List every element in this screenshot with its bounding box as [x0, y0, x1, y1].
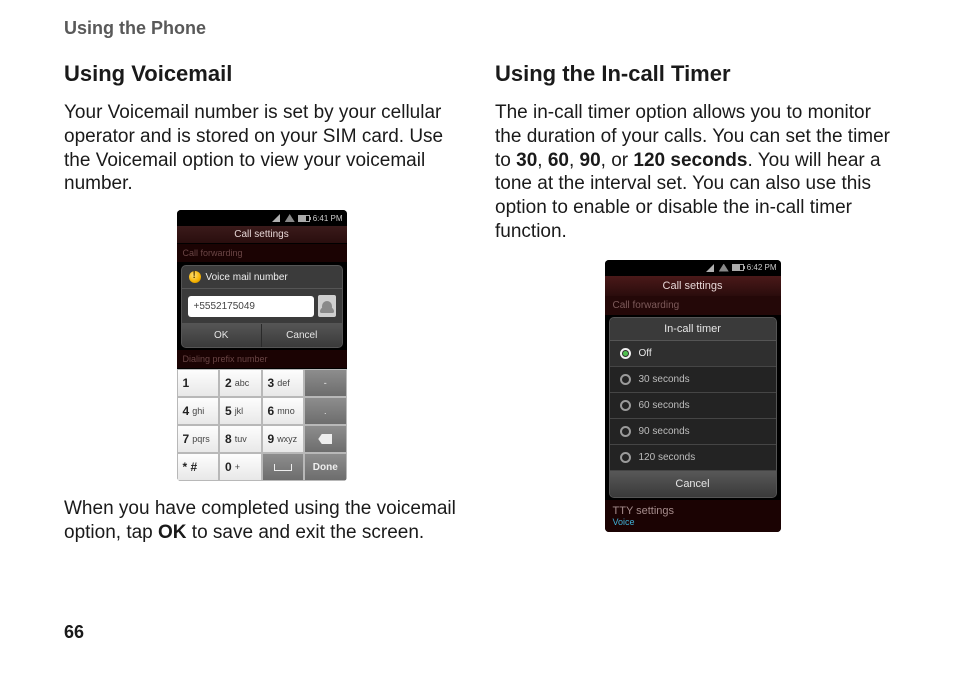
dialog-title-row: Voice mail number: [182, 266, 342, 289]
screen-title: Call settings: [605, 276, 781, 296]
dialog-body: +5552175049: [182, 289, 342, 323]
numeric-keypad: 1 2abc 3def - 4ghi 5jkl 6mno . 7pqrs 8tu…: [177, 369, 347, 481]
section-title-incall-timer: Using the In-call Timer: [495, 61, 890, 87]
timer-option-30[interactable]: 30 seconds: [610, 367, 776, 393]
key-backspace[interactable]: [304, 425, 347, 453]
key-1[interactable]: 1: [177, 369, 220, 397]
dialog-title: In-call timer: [610, 318, 776, 341]
voicemail-number-dialog: Voice mail number +5552175049 OK Cancel: [181, 265, 343, 348]
radio-icon: [620, 348, 631, 359]
radio-icon: [620, 426, 631, 437]
signal-icon: [272, 214, 282, 222]
background-list-item-2: Dialing prefix number: [177, 350, 347, 369]
left-column: Using Voicemail Your Voicemail number is…: [64, 61, 459, 559]
option-label: 30 seconds: [639, 374, 690, 385]
option-label: 120 seconds: [639, 452, 696, 463]
key-8[interactable]: 8tuv: [219, 425, 262, 453]
voicemail-number-input[interactable]: +5552175049: [188, 296, 314, 317]
pick-contact-button[interactable]: [318, 295, 336, 317]
key-done[interactable]: Done: [304, 453, 347, 481]
key-2[interactable]: 2abc: [219, 369, 262, 397]
page-number: 66: [64, 622, 84, 643]
radio-icon: [620, 400, 631, 411]
cancel-button[interactable]: Cancel: [610, 471, 776, 497]
key-5[interactable]: 5jkl: [219, 397, 262, 425]
cancel-button[interactable]: Cancel: [262, 324, 342, 347]
battery-icon: [298, 215, 310, 222]
key-space[interactable]: [262, 453, 305, 481]
ok-button[interactable]: OK: [182, 324, 263, 347]
key-star-hash[interactable]: * #: [177, 453, 220, 481]
key-9[interactable]: 9wxyz: [262, 425, 305, 453]
key-0[interactable]: 0+: [219, 453, 262, 481]
option-label: 60 seconds: [639, 400, 690, 411]
key-3[interactable]: 3def: [262, 369, 305, 397]
voicemail-paragraph-2: When you have completed using the voicem…: [64, 497, 459, 545]
dialog-actions: OK Cancel: [182, 323, 342, 347]
timer-option-120[interactable]: 120 seconds: [610, 445, 776, 471]
background-list-item-top: Call forwarding: [605, 296, 781, 315]
network-icon: [285, 214, 295, 222]
status-bar: 6:42 PM: [605, 260, 781, 276]
key-6[interactable]: 6mno: [262, 397, 305, 425]
timer-option-90[interactable]: 90 seconds: [610, 419, 776, 445]
battery-icon: [732, 264, 744, 271]
incall-timer-screenshot: 6:42 PM Call settings Call forwarding In…: [605, 260, 781, 532]
background-list-item: Call forwarding: [177, 244, 347, 263]
signal-icon: [706, 264, 716, 272]
radio-icon: [620, 452, 631, 463]
key-7[interactable]: 7pqrs: [177, 425, 220, 453]
status-bar: 6:41 PM: [177, 210, 347, 226]
info-icon: [189, 271, 201, 283]
timer-option-off[interactable]: Off: [610, 341, 776, 367]
two-column-layout: Using Voicemail Your Voicemail number is…: [64, 61, 890, 559]
dialog-title-text: Voice mail number: [206, 272, 288, 283]
option-label: Off: [639, 348, 652, 359]
screen-title: Call settings: [177, 226, 347, 244]
voicemail-screenshot: 6:41 PM Call settings Call forwarding Vo…: [177, 210, 347, 481]
section-title-voicemail: Using Voicemail: [64, 61, 459, 87]
voicemail-paragraph-1: Your Voicemail number is set by your cel…: [64, 101, 459, 196]
manual-page: Using the Phone Using Voicemail Your Voi…: [0, 0, 954, 677]
key-period[interactable]: .: [304, 397, 347, 425]
network-icon: [719, 264, 729, 272]
right-column: Using the In-call Timer The in-call time…: [495, 61, 890, 559]
key-dash[interactable]: -: [304, 369, 347, 397]
option-label: 90 seconds: [639, 426, 690, 437]
page-header: Using the Phone: [64, 18, 890, 39]
background-list-item-bottom: TTY settings Voice: [605, 500, 781, 532]
status-time: 6:41 PM: [313, 214, 343, 223]
status-time: 6:42 PM: [747, 263, 777, 272]
timer-option-60[interactable]: 60 seconds: [610, 393, 776, 419]
key-4[interactable]: 4ghi: [177, 397, 220, 425]
radio-icon: [620, 374, 631, 385]
person-icon: [322, 301, 332, 311]
incall-timer-paragraph: The in-call timer option allows you to m…: [495, 101, 890, 244]
incall-timer-dialog: In-call timer Off 30 seconds 60 seconds: [609, 317, 777, 498]
